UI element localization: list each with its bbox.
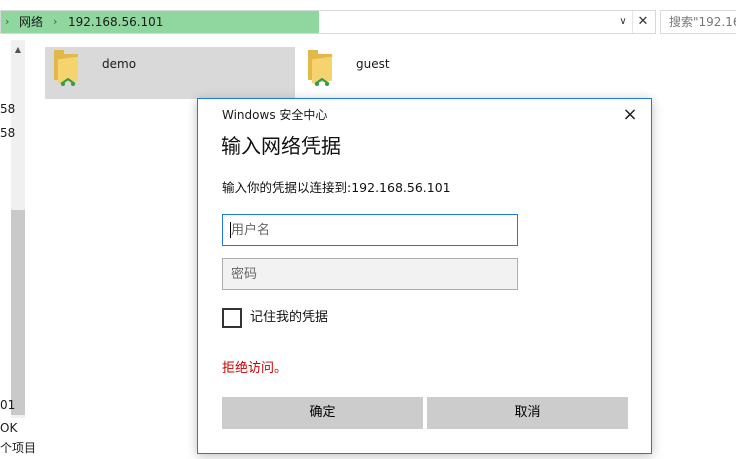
password-field[interactable]: [222, 258, 518, 290]
breadcrumb-chevron-icon[interactable]: ›: [5, 14, 9, 30]
nav-item-fragment[interactable]: 01: [0, 398, 15, 412]
dialog-prompt: 输入你的凭据以连接到:192.168.56.101: [222, 180, 451, 195]
dialog-heading: 输入网络凭据: [221, 134, 341, 158]
remember-credentials-label[interactable]: 记住我的凭据: [250, 309, 328, 326]
remember-credentials-checkbox[interactable]: [222, 308, 242, 328]
status-item-count: 个项目: [0, 441, 37, 455]
close-icon[interactable]: ×: [619, 104, 641, 126]
file-name-demo[interactable]: demo: [102, 56, 136, 72]
breadcrumb-network[interactable]: 网络: [19, 14, 43, 30]
username-field[interactable]: [222, 214, 518, 246]
dialog-window-title: Windows 安全中心: [222, 108, 328, 122]
nav-item-fragment[interactable]: 58: [0, 102, 15, 116]
ok-button[interactable]: 确定: [222, 397, 423, 429]
search-box[interactable]: 搜索"192.16: [660, 10, 736, 34]
file-item-demo[interactable]: [45, 47, 295, 99]
nav-item-fragment[interactable]: 58: [0, 126, 15, 140]
breadcrumb-chevron-icon[interactable]: ›: [53, 14, 57, 30]
text-caret: [230, 222, 231, 238]
network-folder-icon: [308, 50, 336, 86]
network-folder-icon: [54, 50, 82, 86]
scroll-up-arrow-icon[interactable]: ▲: [11, 44, 25, 56]
breadcrumb-host[interactable]: 192.168.56.101: [68, 14, 163, 30]
cancel-button[interactable]: 取消: [427, 397, 628, 429]
file-name-guest[interactable]: guest: [356, 56, 390, 72]
error-message: 拒绝访问。: [222, 361, 288, 376]
nav-scrollbar-thumb[interactable]: [11, 210, 25, 415]
status-fragment: OK: [0, 421, 18, 435]
address-dropdown-icon[interactable]: ∨: [614, 11, 632, 33]
address-clear-icon[interactable]: ✕: [632, 11, 653, 33]
